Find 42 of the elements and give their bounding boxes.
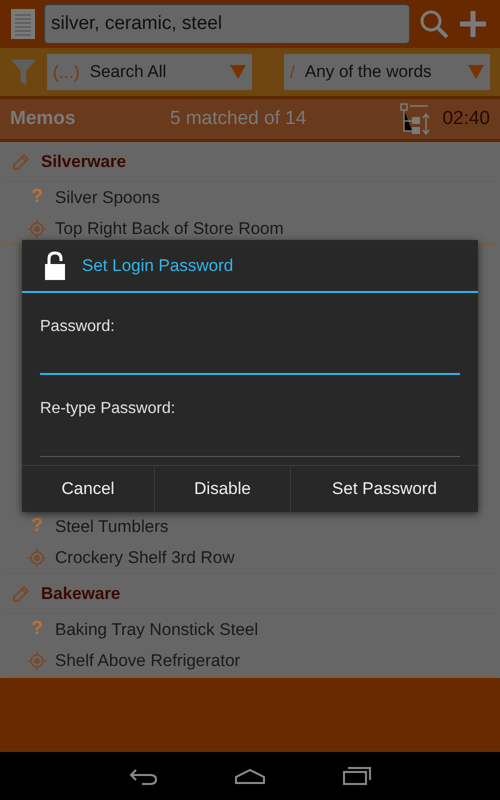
clock-time: 02:40 <box>442 106 490 131</box>
dialog-button[interactable]: Cancel <box>22 466 154 512</box>
tree-icon[interactable] <box>400 103 430 135</box>
memo-item[interactable]: Steel Tumblers <box>55 514 168 540</box>
question-mark: ? <box>31 617 43 642</box>
memo-item[interactable]: Shelf Above Refrigerator <box>55 648 240 674</box>
dropdown-arrow-icon <box>230 65 246 79</box>
filter-label: Search All <box>88 61 168 84</box>
dialog-button[interactable]: Disable <box>154 466 290 512</box>
target-icon <box>27 218 47 238</box>
search-field[interactable]: silver, ceramic, steel <box>44 4 410 44</box>
field-label: Password: <box>40 317 116 337</box>
search-icon[interactable] <box>418 8 450 40</box>
padlock-icon <box>44 250 66 280</box>
question-mark: ? <box>31 185 43 210</box>
field-label: Re-type Password: <box>40 399 176 419</box>
pencil-icon <box>11 584 31 604</box>
plus-icon[interactable] <box>458 9 488 39</box>
dialog-title: Set Login Password <box>82 254 234 277</box>
memo-item[interactable]: Crockery Shelf 3rd Row <box>55 544 235 570</box>
filter-symbol: / <box>290 60 295 84</box>
filter-dropdown[interactable]: (...) Search All <box>46 54 252 90</box>
header-title: Memos <box>10 106 76 131</box>
question-mark: ? <box>31 514 43 538</box>
target-icon <box>27 650 47 670</box>
filter-label: Any of the words <box>304 61 433 84</box>
group-title: Silverware <box>41 150 126 173</box>
memo-item[interactable]: Silver Spoons <box>55 184 160 210</box>
home-icon[interactable] <box>234 768 266 784</box>
back-icon[interactable] <box>128 767 158 785</box>
filter-dropdown[interactable]: / Any of the words <box>284 54 490 90</box>
target-icon <box>27 548 47 568</box>
memo-item[interactable]: Baking Tray Nonstick Steel <box>55 616 258 642</box>
dialog-button[interactable]: Set Password <box>290 466 478 512</box>
match-count: 5 matched of 14 <box>170 106 308 131</box>
group-title: Bakeware <box>41 582 120 605</box>
memo-item[interactable]: Top Right Back of Store Room <box>55 216 284 242</box>
pencil-icon <box>11 152 31 172</box>
dropdown-arrow-icon <box>468 65 484 79</box>
recents-icon[interactable] <box>342 766 372 786</box>
list-icon[interactable] <box>10 8 36 40</box>
filter-symbol: (...) <box>52 60 80 84</box>
